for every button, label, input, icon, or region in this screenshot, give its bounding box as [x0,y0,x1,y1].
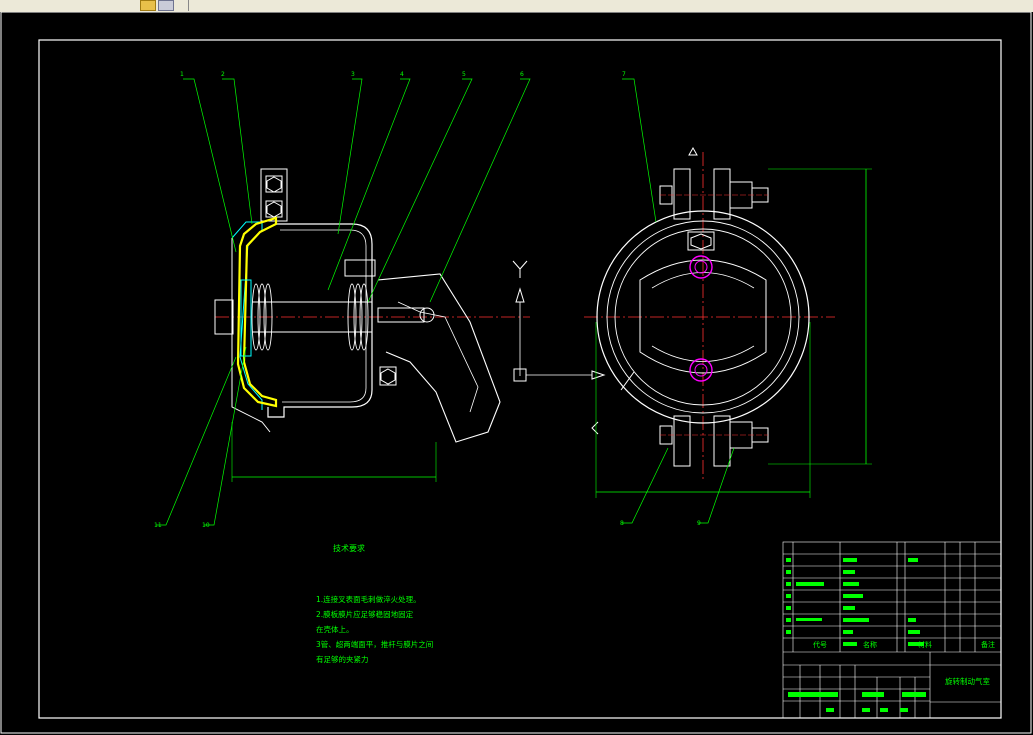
center-bolt-bottom-inner [694,363,708,377]
front-leader-numbers: 7 8 9 [620,71,701,527]
svg-text:4: 4 [400,71,404,78]
svg-text:2: 2 [221,71,225,78]
tech-note-4: 3管、超两端面平，推杆与膜片之间 [316,640,434,649]
center-bolt-top-inner [694,260,708,274]
bracket-bolt-2 [265,200,283,218]
clevis-pin [419,307,435,323]
open-folder-icon[interactable] [140,0,156,11]
bottom-ear-right [713,415,731,467]
col-header-name: 名称 [863,641,877,649]
svg-text:6: 6 [520,71,524,78]
top-nut [687,231,715,251]
front-view: 7 8 9 [584,71,872,527]
tech-note-1: 1.连接叉表面毛刺做淬火处理。 [316,595,421,604]
drawing-name: 旋转制动气室 [945,677,990,686]
lever-arm [377,273,501,443]
lever-inner [397,301,479,413]
view-direction-marker [512,260,606,382]
front-nut-hex [380,368,396,385]
tech-note-2: 2.膜板膜片应足够稳固地固定 [316,610,414,619]
clevis-yoke [377,307,425,323]
svg-text:9: 9 [697,520,701,527]
diaphragm [236,216,278,408]
housing-inner [280,229,367,403]
front-hub [344,259,376,277]
side-leader-numbers: 1 2 3 4 5 6 11 10 [154,71,524,529]
bracket-nut-2 [266,201,282,218]
side-view: 1 2 3 4 5 6 11 10 [154,71,531,529]
svg-text:10: 10 [202,522,210,529]
svg-text:5: 5 [462,71,466,78]
section-arrow-left [591,421,599,435]
title-block [782,541,1002,719]
outer-border [0,12,1032,734]
top-ear-left [673,168,691,220]
tech-note-3: 在壳体上。 [316,625,354,634]
bottom-ear-left [673,415,691,467]
col-header-material: 材料 [918,641,932,649]
front-leader-lines [622,78,735,524]
top-nut-hex [690,233,712,250]
col-header-remarks: 备注 [981,641,995,649]
section-arrow-top [688,146,698,156]
layers-icon[interactable] [158,0,174,11]
technical-requirements-notes: 1.连接叉表面毛刺做淬火处理。 2.膜板膜片应足够稳固地固定 在壳体上。 3管、… [316,592,433,667]
tech-note-5: 有足够的夹紧力 [316,655,369,664]
bracket-nut-1 [266,176,282,193]
center-bolt-bottom [689,358,713,382]
toolbar-separator [188,0,189,11]
svg-text:8: 8 [620,520,624,527]
svg-text:11: 11 [154,522,162,529]
svg-text:1: 1 [180,71,184,78]
engineering-drawing: 1 2 3 4 5 6 11 10 7 8 9 [0,12,1032,734]
front-nut [379,366,397,386]
inner-border [38,39,1002,719]
svg-text:7: 7 [622,71,626,78]
center-bolt-top [689,255,713,279]
technical-requirements-title: 技术要求 [333,544,365,553]
bracket-bolt-1 [265,175,283,193]
col-header-code: 代号 [813,641,827,649]
svg-text:3: 3 [351,71,355,78]
